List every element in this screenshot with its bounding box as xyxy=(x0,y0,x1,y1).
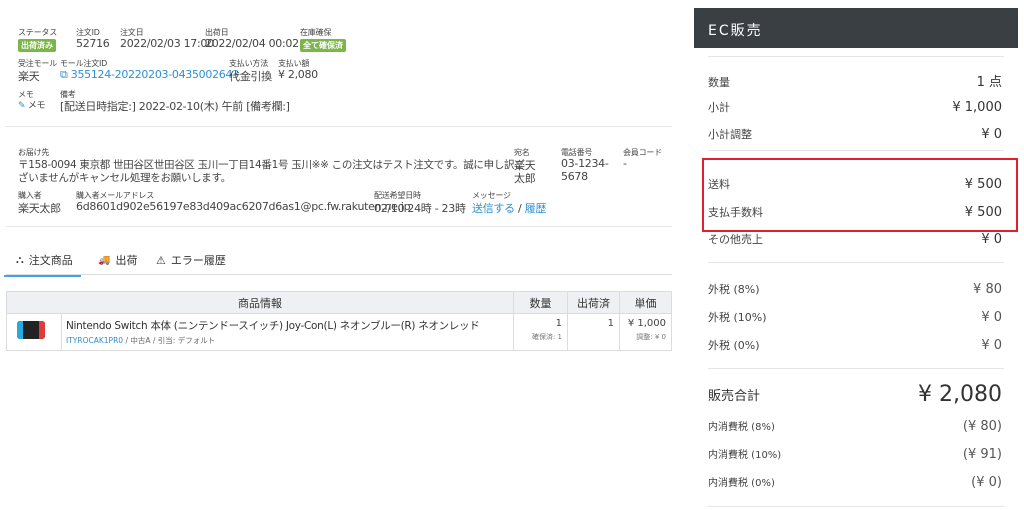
ship-date-value: 2022/02/04 00:02 xyxy=(205,37,299,50)
phone-line-2: 5678 xyxy=(561,170,588,183)
payment-method-value: 代金引換 xyxy=(229,70,272,83)
panel-title: EC販売 xyxy=(694,8,1018,48)
subtotal-label: 小計 xyxy=(708,101,730,114)
included-tax-8-value: (¥ 80) xyxy=(962,419,1002,434)
unit-price-value: ¥ 1,000 xyxy=(627,318,666,329)
tax-0-value: ¥ 0 xyxy=(981,338,1002,353)
column-header-product: 商品情報 xyxy=(6,291,514,314)
mall-order-id-link[interactable]: ⧉ 355124-20220203-0435002643 xyxy=(60,68,239,82)
member-code-label: 会員コード xyxy=(623,148,662,157)
recipient-line-2: 太郎 xyxy=(514,172,536,185)
tab-order-items[interactable]: ⛬ 注文商品 xyxy=(4,252,81,277)
product-thumbnail[interactable] xyxy=(17,321,45,339)
member-code-value: - xyxy=(623,157,627,170)
other-sales-value: ¥ 0 xyxy=(981,232,1002,247)
divider xyxy=(708,56,1004,57)
product-name: Nintendo Switch 本体 (ニンテンドースイッチ) Joy-Con(… xyxy=(66,320,480,332)
product-info-cell: Nintendo Switch 本体 (ニンテンドースイッチ) Joy-Con(… xyxy=(61,313,514,351)
remarks-value: [配送日時指定:] 2022-02-10(木) 午前 [備考欄:] xyxy=(60,100,290,113)
divider xyxy=(708,368,1004,369)
summary-row-tax-0: 外税 (0%) ¥ 0 xyxy=(708,337,1002,353)
tab-bar: ⛬ 注文商品 🚚 出荷 ⚠ エラー履歴 xyxy=(4,247,672,277)
other-sales-label: その他売上 xyxy=(708,233,763,246)
warning-icon: ⚠ xyxy=(156,253,166,267)
quantity-value: 1 xyxy=(555,318,562,329)
subtotal-adjustment-value: ¥ 0 xyxy=(981,127,1002,142)
table-row: Nintendo Switch 本体 (ニンテンドースイッチ) Joy-Con(… xyxy=(6,313,672,351)
product-sku-link[interactable]: ITYROCAK1PR0 xyxy=(66,336,123,345)
mall-value: 楽天 xyxy=(18,70,40,83)
buyer-value: 楽天太郎 xyxy=(18,202,61,215)
cubes-icon: ⛬ xyxy=(16,253,24,266)
quantity-reserved: 確保済: 1 xyxy=(531,333,562,341)
included-tax-0-value: (¥ 0) xyxy=(971,475,1002,490)
summary-row-included-tax-8: 内消費税 (8%) (¥ 80) xyxy=(708,418,1002,434)
summary-row-tax-8: 外税 (8%) ¥ 80 xyxy=(708,281,1002,297)
tax-0-label: 外税 (0%) xyxy=(708,339,760,352)
divider xyxy=(708,150,1004,151)
summary-row-total: 販売合計 ¥ 2,080 xyxy=(708,382,1002,407)
order-items-table: 商品情報 数量 出荷済 単価 Nintendo Switch 本体 (ニンテンド… xyxy=(6,291,672,351)
divider xyxy=(6,126,672,127)
pencil-icon: ✎ xyxy=(18,101,26,111)
included-tax-0-label: 内消費税 (0%) xyxy=(708,478,775,489)
summary-row-quantity: 数量 1 点 xyxy=(708,71,1002,90)
message-separator: / xyxy=(518,202,522,215)
column-header-shipped: 出荷済 xyxy=(567,291,620,314)
product-sub-info: / 中古A / 引当: デフォルト xyxy=(123,336,216,345)
total-label: 販売合計 xyxy=(708,389,761,404)
tax-8-label: 外税 (8%) xyxy=(708,283,760,296)
tax-10-label: 外税 (10%) xyxy=(708,311,767,324)
product-thumbnail-cell xyxy=(6,313,62,351)
included-tax-8-label: 内消費税 (8%) xyxy=(708,422,775,433)
divider xyxy=(708,506,1004,507)
unit-price-cell: ¥ 1,000 調整: ¥ 0 xyxy=(619,313,672,351)
truck-icon: 🚚 xyxy=(98,254,111,266)
quantity-cell: 1 確保済: 1 xyxy=(513,313,568,351)
highlight-box xyxy=(702,158,1018,232)
included-tax-10-label: 内消費税 (10%) xyxy=(708,450,782,461)
subtotal-value: ¥ 1,000 xyxy=(952,100,1002,115)
summary-row-tax-10: 外税 (10%) ¥ 0 xyxy=(708,309,1002,325)
subtotal-adjustment-label: 小計調整 xyxy=(708,128,752,141)
order-id-value: 52716 xyxy=(76,37,110,50)
memo-edit-button[interactable]: ✎ メモ xyxy=(18,98,46,111)
payment-amount-value: ¥ 2,080 xyxy=(278,68,318,81)
status-badge: 出荷済み xyxy=(18,37,56,52)
summary-row-included-tax-0: 内消費税 (0%) (¥ 0) xyxy=(708,474,1002,490)
summary-row-subtotal: 小計 ¥ 1,000 xyxy=(708,99,1002,115)
ec-sales-summary-panel: EC販売 数量 1 点 小計 ¥ 1,000 小計調整 ¥ 0 送料 ¥ 500… xyxy=(694,8,1018,510)
address-line-2: ざいませんがキャンセル処理をお願いします。 xyxy=(18,172,231,184)
included-tax-10-value: (¥ 91) xyxy=(962,447,1002,462)
order-detail-section: ステータス 出荷済み 注文ID 52716 注文日 2022/02/03 17:… xyxy=(0,0,680,510)
table-header-row: 商品情報 数量 出荷済 単価 xyxy=(6,291,672,314)
message-history-link[interactable]: 履歴 xyxy=(525,202,547,215)
buyer-email-value: 6d8601d902e56197e83d409ac6207d6as1@pc.fw… xyxy=(76,200,411,213)
total-value: ¥ 2,080 xyxy=(918,382,1002,407)
divider xyxy=(6,226,672,227)
tab-shipping[interactable]: 🚚 出荷 xyxy=(98,252,137,268)
summary-row-other-sales: その他売上 ¥ 0 xyxy=(708,231,1002,247)
price-adjustment: 調整: ¥ 0 xyxy=(636,333,666,341)
summary-row-subtotal-adjustment: 小計調整 ¥ 0 xyxy=(708,126,1002,142)
tab-error-history[interactable]: ⚠ エラー履歴 xyxy=(156,252,226,268)
tax-10-value: ¥ 0 xyxy=(981,310,1002,325)
summary-row-included-tax-10: 内消費税 (10%) (¥ 91) xyxy=(708,446,1002,462)
column-header-quantity: 数量 xyxy=(513,291,568,314)
message-send-link[interactable]: 送信する xyxy=(472,202,515,215)
stock-badge: 全て確保済 xyxy=(300,37,346,52)
delivery-time-value: 02/10 24時 - 23時 xyxy=(374,202,466,215)
shipped-cell: 1 xyxy=(567,313,620,351)
column-header-unit-price: 単価 xyxy=(619,291,672,314)
message-actions: 送信する / 履歴 xyxy=(472,200,546,216)
quantity-label: 数量 xyxy=(708,76,730,89)
shipped-value: 1 xyxy=(607,318,614,329)
external-link-icon: ⧉ xyxy=(60,68,68,81)
order-date-value: 2022/02/03 17:00 xyxy=(120,37,214,50)
tax-8-value: ¥ 80 xyxy=(973,282,1002,297)
quantity-value: 1 点 xyxy=(976,75,1002,90)
divider xyxy=(708,262,1004,263)
phone-line-1: 03-1234- xyxy=(561,157,609,170)
